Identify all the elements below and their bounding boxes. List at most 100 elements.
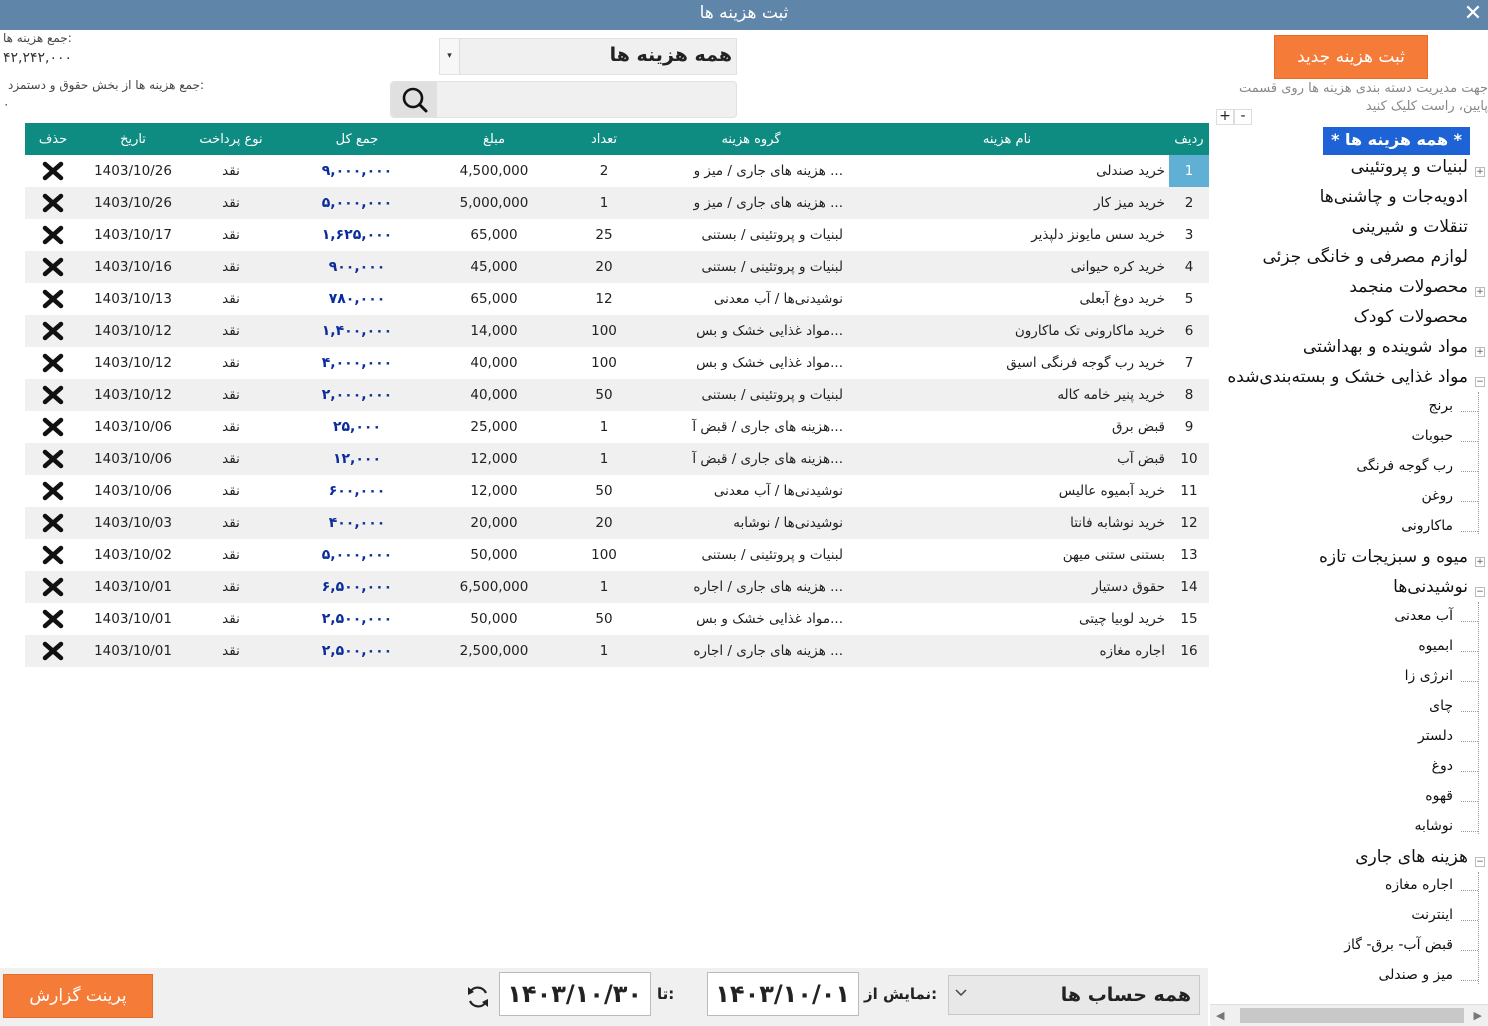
delete-cell[interactable]: [25, 443, 81, 475]
tree-node-household[interactable]: لوازم مصرفی و خانگی جزئی: [1262, 247, 1468, 277]
tree-node-baby[interactable]: محصولات کودک: [1354, 307, 1468, 337]
tree-node-frozen[interactable]: محصولات منجمد: [1349, 277, 1468, 307]
tree-leaf-dry-food[interactable]: حبوبات: [1412, 428, 1453, 456]
table-row[interactable]: 1403/10/06 نقد ۱۲,۰۰۰ 12,000 1 هزینه های جاری…: [25, 443, 1209, 475]
expense-group-combo[interactable]: ▾ همه هزینه ها: [439, 38, 737, 75]
print-report-button[interactable]: پرینت گزارش: [3, 974, 153, 1018]
delete-cell[interactable]: [25, 379, 81, 411]
table-row[interactable]: 1403/10/01 نقد ۲,۵۰۰,۰۰۰ 50,000 50 مواد غذایی…: [25, 603, 1209, 635]
header-row[interactable]: ردیف: [1169, 123, 1209, 155]
tree-leaf-drinks[interactable]: دلستر: [1418, 728, 1453, 756]
collapse-icon[interactable]: −: [1475, 377, 1485, 387]
scroll-left-icon[interactable]: ◀: [1216, 1009, 1224, 1022]
tree-leaf-current[interactable]: اجاره مغازه: [1385, 877, 1453, 905]
collapse-icon[interactable]: −: [1475, 587, 1485, 597]
header-date[interactable]: تاریخ: [81, 123, 185, 155]
tree-node-cleaning[interactable]: مواد شوینده و بهداشتی: [1303, 337, 1468, 367]
delete-cell[interactable]: [25, 283, 81, 315]
table-row[interactable]: 1403/10/12 نقد ۱,۴۰۰,۰۰۰ 14,000 100 مواد غذای…: [25, 315, 1209, 347]
tree-leaf-drinks[interactable]: نوشابه: [1414, 818, 1453, 846]
table-row[interactable]: 1403/10/12 نقد ۲,۰۰۰,۰۰۰ 40,000 50 لبنیات و پ…: [25, 379, 1209, 411]
category-hint: جهت مدیریت دسته بندی هزینه ها روی قسمت پ…: [1239, 81, 1488, 114]
tree-leaf-dry-food[interactable]: برنج: [1428, 398, 1453, 426]
header-delete[interactable]: حذف: [25, 123, 81, 155]
delete-cell[interactable]: [25, 347, 81, 379]
table-row[interactable]: 1403/10/06 نقد ۲۵,۰۰۰ 25,000 1 هزینه های جاری…: [25, 411, 1209, 443]
tree-root-all-expenses[interactable]: * همه هزینه ها *: [1323, 127, 1470, 155]
cell-count: 12: [551, 283, 657, 315]
tree-node-dry-food[interactable]: مواد غذایی خشک و بسته‌بندی‌شده: [1227, 367, 1468, 397]
tree-leaf-dry-food[interactable]: روغن: [1422, 488, 1454, 516]
expand-icon[interactable]: +: [1475, 347, 1485, 357]
tree-node-spices[interactable]: ادویه‌جات و چاشنی‌ها: [1320, 187, 1468, 217]
delete-cell[interactable]: [25, 315, 81, 347]
tree-node-current[interactable]: هزینه های جاری: [1355, 847, 1468, 877]
table-row[interactable]: 1403/10/16 نقد ۹۰۰,۰۰۰ 45,000 20 لبنیات و پرو…: [25, 251, 1209, 283]
delete-cell[interactable]: [25, 539, 81, 571]
tree-leaf-dry-food[interactable]: رب گوجه فرنگی: [1356, 458, 1453, 486]
expand-icon[interactable]: +: [1475, 557, 1485, 567]
tree-node-snacks[interactable]: تنقلات و شیرینی: [1352, 217, 1468, 247]
account-combo[interactable]: همه حساب ها: [948, 975, 1200, 1015]
scroll-right-icon[interactable]: ▶: [1474, 1009, 1482, 1022]
header-group[interactable]: گروه هزینه: [657, 123, 845, 155]
tree-node-fruits[interactable]: میوه و سبزیجات تازه: [1319, 547, 1468, 577]
cell-row: 9: [1169, 411, 1209, 443]
table-row[interactable]: 1403/10/01 نقد ۶,۵۰۰,۰۰۰ 6,500,000 1 هزینه ها…: [25, 571, 1209, 603]
cell-total: ۲,۵۰۰,۰۰۰: [277, 635, 437, 667]
scroll-thumb[interactable]: [1240, 1008, 1464, 1023]
close-icon[interactable]: ✕: [1460, 1, 1486, 27]
delete-cell[interactable]: [25, 251, 81, 283]
delete-cell[interactable]: [25, 507, 81, 539]
from-date-field[interactable]: ۱۴۰۳/۱۰/۰۱: [707, 972, 859, 1016]
tree-node-dairy[interactable]: لبنیات و پروتئینی: [1351, 157, 1468, 187]
tree-leaf-dry-food[interactable]: ماکارونی: [1401, 518, 1453, 546]
table-row[interactable]: 1403/10/01 نقد ۲,۵۰۰,۰۰۰ 2,500,000 1 هزینه ها…: [25, 635, 1209, 667]
new-expense-button[interactable]: ثبت هزینه جدید: [1274, 35, 1428, 79]
tree-node-drinks[interactable]: نوشیدنی‌ها: [1393, 577, 1468, 607]
expand-all-button[interactable]: +: [1216, 109, 1234, 125]
collapse-all-button[interactable]: -: [1234, 109, 1252, 125]
header-total[interactable]: جمع کل: [277, 123, 437, 155]
collapse-icon[interactable]: −: [1475, 857, 1485, 867]
table-row[interactable]: 1403/10/17 نقد ۱,۶۲۵,۰۰۰ 65,000 25 لبنیات و پ…: [25, 219, 1209, 251]
dropdown-arrow-icon[interactable]: ▾: [440, 39, 460, 74]
cell-total: ۶۰۰,۰۰۰: [277, 475, 437, 507]
table-row[interactable]: 1403/10/13 نقد ۷۸۰,۰۰۰ 65,000 12 نوشیدنی‌ها /…: [25, 283, 1209, 315]
tree-horizontal-scrollbar[interactable]: ◀ ▶: [1210, 1004, 1488, 1026]
tree-leaf-drinks[interactable]: ابمیوه: [1418, 638, 1453, 666]
tree-leaf-drinks[interactable]: دوغ: [1432, 758, 1453, 786]
delete-cell[interactable]: [25, 603, 81, 635]
delete-cell[interactable]: [25, 635, 81, 667]
table-row[interactable]: 1403/10/12 نقد ۴,۰۰۰,۰۰۰ 40,000 100 مواد غذای…: [25, 347, 1209, 379]
tree-leaf-current[interactable]: قبض آب- برق- گاز: [1344, 937, 1453, 965]
search-button[interactable]: [391, 82, 437, 117]
tree-leaf-drinks[interactable]: قهوه: [1425, 788, 1453, 816]
table-row[interactable]: 1403/10/03 نقد ۴۰۰,۰۰۰ 20,000 20 نوشیدنی‌ها /…: [25, 507, 1209, 539]
header-pay-type[interactable]: نوع پرداخت: [185, 123, 277, 155]
table-row[interactable]: 1403/10/06 نقد ۶۰۰,۰۰۰ 12,000 50 نوشیدنی‌ها /…: [25, 475, 1209, 507]
delete-cell[interactable]: [25, 187, 81, 219]
expand-icon[interactable]: +: [1475, 167, 1485, 177]
delete-cell[interactable]: [25, 475, 81, 507]
tree-leaf-current[interactable]: اینترنت: [1411, 907, 1453, 935]
tree-leaf-drinks[interactable]: چای: [1429, 698, 1453, 726]
header-count[interactable]: تعداد: [551, 123, 657, 155]
empty-cell: [25, 731, 1209, 763]
tree-leaf-drinks[interactable]: انرژی زا: [1405, 668, 1453, 696]
header-amount[interactable]: مبلغ: [437, 123, 551, 155]
refresh-icon[interactable]: [465, 984, 491, 1010]
search-input[interactable]: [439, 84, 731, 115]
tree-leaf-drinks[interactable]: آب معدنی: [1394, 608, 1453, 636]
tree-leaf-current[interactable]: میز و صندلی: [1378, 967, 1453, 995]
delete-cell[interactable]: [25, 571, 81, 603]
header-name[interactable]: نام هزینه: [845, 123, 1169, 155]
expand-icon[interactable]: +: [1475, 287, 1485, 297]
delete-cell[interactable]: [25, 155, 81, 187]
table-row[interactable]: 1403/10/26 نقد ۵,۰۰۰,۰۰۰ 5,000,000 1 هزینه ها…: [25, 187, 1209, 219]
to-date-field[interactable]: ۱۴۰۳/۱۰/۳۰: [499, 972, 651, 1016]
table-row[interactable]: 1403/10/26 نقد ۹,۰۰۰,۰۰۰ 4,500,000 2 هزینه ها…: [25, 155, 1209, 187]
table-row[interactable]: 1403/10/02 نقد ۵,۰۰۰,۰۰۰ 50,000 100 لبنیات و …: [25, 539, 1209, 571]
delete-cell[interactable]: [25, 219, 81, 251]
delete-cell[interactable]: [25, 411, 81, 443]
